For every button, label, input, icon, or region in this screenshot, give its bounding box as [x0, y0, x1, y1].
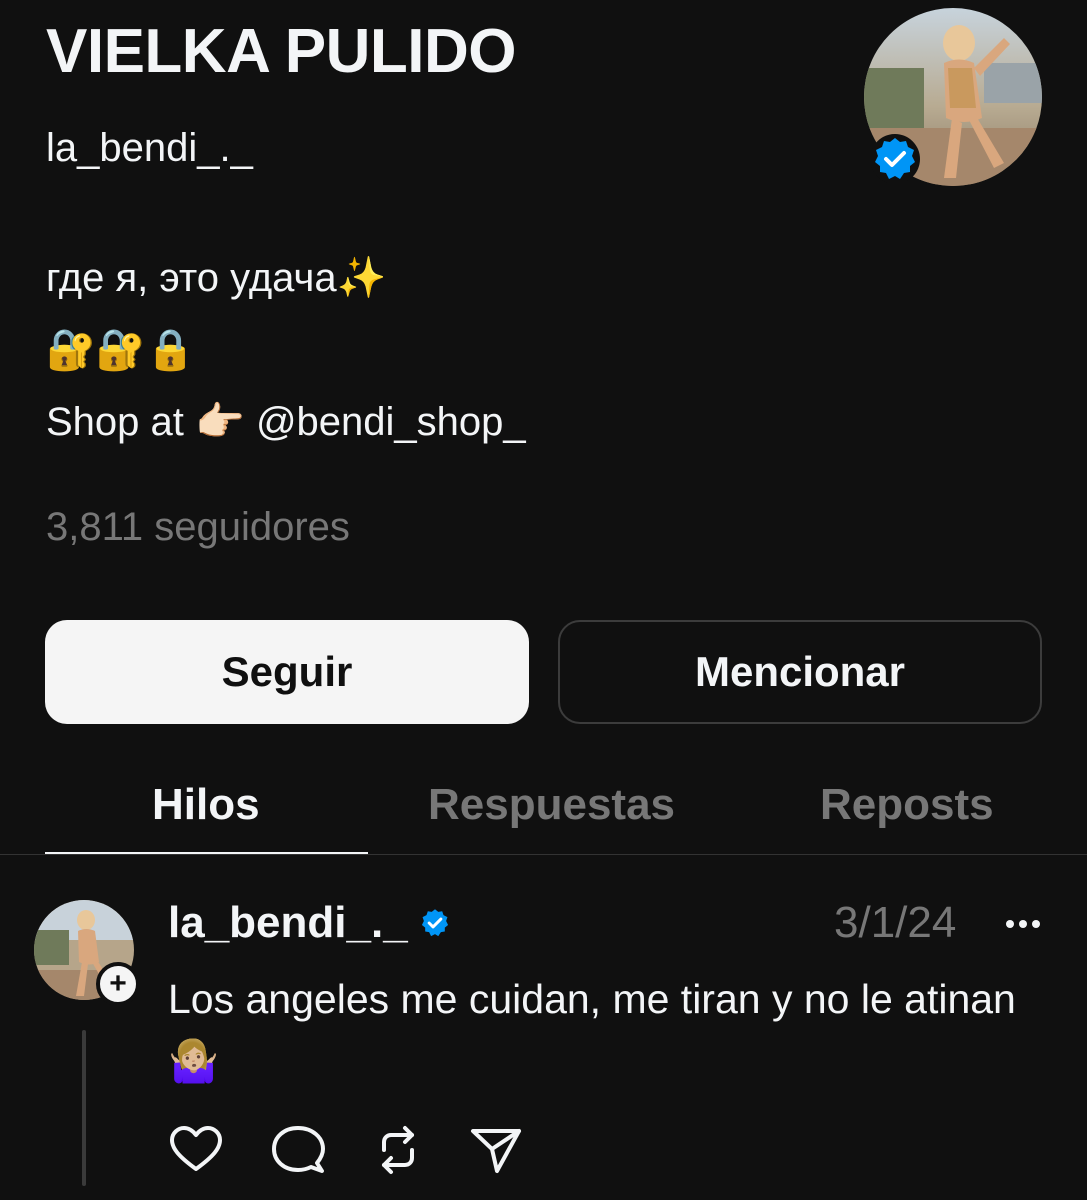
post-username[interactable]: la_bendi_._: [168, 898, 452, 948]
bio-text: где я, это удача: [46, 256, 337, 300]
verified-badge-icon: [421, 909, 448, 937]
bio-line-1: где я, это удача✨: [46, 242, 526, 314]
post-body: Los angeles me cuidan, me tiran y no le …: [168, 976, 1016, 1022]
post-date: 3/1/24: [834, 898, 957, 947]
more-options-icon[interactable]: [998, 904, 1048, 944]
post-text: Los angeles me cuidan, me tiran y no le …: [168, 968, 1048, 1092]
repost-icon[interactable]: [370, 1122, 426, 1178]
tabs-divider: [0, 854, 1087, 855]
bio-line-3: Shop at 👉🏻 @bendi_shop_: [46, 386, 526, 458]
post-avatar-container[interactable]: +: [34, 900, 140, 1006]
follow-plus-button[interactable]: +: [96, 962, 140, 1006]
post-username-text[interactable]: la_bendi_._: [168, 898, 408, 948]
profile-bio: где я, это удача✨ 🔐🔐🔒 Shop at 👉🏻 @bendi_…: [46, 242, 526, 458]
bio-shop-text: Shop at: [46, 400, 184, 444]
mention-button[interactable]: Mencionar: [558, 620, 1042, 724]
bio-shop-link[interactable]: @bendi_shop_: [256, 400, 526, 444]
tab-hilos[interactable]: Hilos: [152, 780, 260, 830]
thread-line: [82, 1030, 86, 1186]
profile-username: la_bendi_._: [46, 126, 253, 170]
sparkles-emoji: ✨: [336, 256, 387, 300]
bio-line-2: 🔐🔐🔒: [46, 314, 526, 386]
locks-emoji: 🔐🔐🔒: [46, 328, 196, 372]
tab-respuestas[interactable]: Respuestas: [428, 780, 675, 830]
heart-icon[interactable]: [168, 1122, 224, 1178]
verified-badge-icon: [870, 134, 920, 184]
follow-button[interactable]: Seguir: [45, 620, 529, 724]
shrug-emoji: 🤷🏼‍♀️: [168, 1038, 220, 1084]
profile-page: VIELKA PULIDO la_bendi_._ где я, это уда…: [0, 0, 1087, 1200]
comment-icon[interactable]: [270, 1122, 326, 1178]
profile-avatar-container[interactable]: [864, 8, 1042, 186]
tab-reposts[interactable]: Reposts: [820, 780, 994, 830]
profile-tabs: Hilos Respuestas Reposts: [0, 760, 1087, 856]
profile-name: VIELKA PULIDO: [46, 17, 517, 86]
followers-count[interactable]: 3,811 seguidores: [46, 505, 350, 550]
pointing-hand-emoji: 👉🏻: [195, 400, 245, 444]
send-icon[interactable]: [468, 1122, 524, 1178]
